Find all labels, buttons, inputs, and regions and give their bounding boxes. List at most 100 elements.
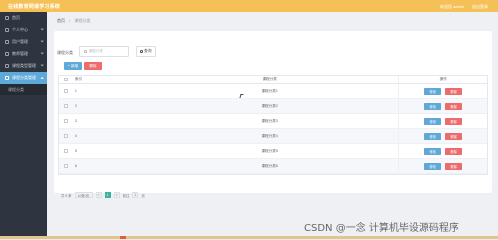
row-check-cell xyxy=(59,89,73,93)
search-input[interactable]: 课程分类 xyxy=(79,46,129,57)
select-all-checkbox[interactable] xyxy=(64,77,68,82)
table-row: 3 课程分类3 修改 删除 xyxy=(59,114,487,129)
sidebar-item-label: 首页 xyxy=(12,15,20,20)
row-index: 4 xyxy=(74,134,77,138)
page-size-select[interactable]: 10条/页 xyxy=(74,192,93,198)
search-button-label: 查询 xyxy=(144,49,152,53)
delete-button[interactable]: 删除 xyxy=(445,132,463,140)
row-checkbox[interactable] xyxy=(64,119,68,123)
sidebar-item-label: 教师管理 xyxy=(12,51,28,56)
edit-button[interactable]: 修改 xyxy=(424,147,442,155)
row-ops: 修改 删除 xyxy=(398,114,487,128)
row-ops: 修改 删除 xyxy=(398,99,487,113)
welcome-text: 欢迎您 admin xyxy=(439,3,464,9)
row-ops: 修改 删除 xyxy=(398,159,487,173)
app-title: 在线教育网课学习系统 xyxy=(8,4,61,10)
sidebar-item-profile[interactable]: 个人中心 xyxy=(0,24,47,36)
row-checkbox[interactable] xyxy=(64,164,68,168)
table-row: 6 课程分类6 修改 删除 xyxy=(59,159,487,174)
row-name: 课程分类4 xyxy=(261,133,278,138)
breadcrumb: 首页 / 课程分类 xyxy=(57,18,90,24)
delete-button[interactable]: 删除 xyxy=(445,162,463,170)
folder-icon xyxy=(5,76,9,80)
edit-button[interactable]: 修改 xyxy=(424,162,442,170)
chevron-down-icon xyxy=(40,27,44,31)
list-icon xyxy=(5,64,9,68)
chevron-down-icon xyxy=(40,39,44,43)
content-card: 课程分类 课程分类 查询 + 新增 删除 索引 课程分类 操作 1 课程分类1 xyxy=(54,31,492,198)
delete-button[interactable]: 删除 xyxy=(445,102,463,110)
prev-page-button[interactable]: < xyxy=(95,192,102,198)
table-row: 2 课程分类2 修改 删除 xyxy=(59,99,487,114)
row-index: 6 xyxy=(74,164,77,168)
delete-button[interactable]: 删除 xyxy=(445,87,463,95)
bottom-indicator xyxy=(120,236,126,239)
row-index: 1 xyxy=(74,89,77,93)
row-check-cell xyxy=(59,149,73,153)
next-page-button[interactable]: > xyxy=(113,192,120,198)
edit-button[interactable]: 修改 xyxy=(424,132,442,140)
header-index: 索引 xyxy=(74,77,83,81)
top-right-area: 欢迎您 admin 退出登录 xyxy=(440,4,488,10)
search-label: 课程分类 xyxy=(57,50,73,55)
edit-button[interactable]: 修改 xyxy=(424,102,442,110)
goto-suffix: 页 xyxy=(141,193,145,198)
pagination-total: 共 6 条 xyxy=(61,193,72,198)
sidebar-subitem-course-category[interactable]: 课程分类 xyxy=(0,84,47,95)
batch-delete-button[interactable]: 删除 xyxy=(84,62,102,70)
table-row: 5 课程分类5 修改 删除 xyxy=(59,144,487,159)
row-check-cell xyxy=(59,164,73,168)
goto-page-input[interactable]: 1 xyxy=(132,192,139,198)
row-index: 2 xyxy=(74,104,77,108)
sidebar-item-course-types[interactable]: 课程类型管理 xyxy=(0,60,47,72)
bottom-strip xyxy=(0,236,498,239)
select-all-cell[interactable] xyxy=(59,77,73,82)
teacher-icon xyxy=(5,52,9,56)
chevron-down-icon xyxy=(40,51,44,55)
header-ops: 操作 xyxy=(398,76,487,83)
edit-button[interactable]: 修改 xyxy=(424,117,442,125)
row-ops: 修改 删除 xyxy=(398,84,487,98)
header-name: 课程分类 xyxy=(262,77,277,81)
row-checkbox[interactable] xyxy=(64,89,68,93)
row-name: 课程分类3 xyxy=(261,118,278,123)
chevron-up-icon xyxy=(40,76,44,80)
row-index: 5 xyxy=(74,149,77,153)
sidebar-item-label: 个人中心 xyxy=(12,27,28,32)
sidebar-item-teachers[interactable]: 教师管理 xyxy=(0,48,47,60)
watermark-text: CSDN @一念 计算机毕设源码程序 xyxy=(304,223,459,234)
breadcrumb-home[interactable]: 首页 xyxy=(57,18,65,23)
row-index: 3 xyxy=(74,119,77,123)
home-icon xyxy=(5,16,9,20)
data-table: 索引 课程分类 操作 1 课程分类1 修改 删除 2 课程分类2 修改 删除 3… xyxy=(58,75,488,175)
row-checkbox[interactable] xyxy=(64,149,68,153)
table-header: 索引 课程分类 操作 xyxy=(59,76,487,84)
row-name: 课程分类1 xyxy=(261,88,278,93)
search-icon xyxy=(140,50,143,53)
row-checkbox[interactable] xyxy=(64,134,68,138)
sidebar-item-users[interactable]: 用户管理 xyxy=(0,36,47,48)
row-name: 课程分类6 xyxy=(261,163,278,168)
search-placeholder: 课程分类 xyxy=(88,49,103,53)
row-check-cell xyxy=(59,134,73,138)
goto-label: 前往 xyxy=(122,193,130,198)
add-button[interactable]: + 新增 xyxy=(64,62,82,70)
search-button[interactable]: 查询 xyxy=(136,46,156,57)
table-row: 1 课程分类1 修改 删除 xyxy=(59,84,487,99)
sidebar: 首页 个人中心 用户管理 教师管理 课程类型管理 课程分类管理 课程分类 xyxy=(0,12,47,239)
sidebar-item-label: 用户管理 xyxy=(12,39,28,44)
logout-link[interactable]: 退出登录 xyxy=(472,4,488,10)
row-name: 课程分类2 xyxy=(261,103,278,108)
main-content: 首页 / 课程分类 课程分类 课程分类 查询 + 新增 删除 索引 课程分类 操… xyxy=(47,12,498,239)
sidebar-item-course-categories[interactable]: 课程分类管理 xyxy=(0,72,47,84)
delete-button[interactable]: 删除 xyxy=(445,117,463,125)
row-ops: 修改 删除 xyxy=(398,129,487,143)
delete-button[interactable]: 删除 xyxy=(445,147,463,155)
edit-button[interactable]: 修改 xyxy=(424,87,442,95)
row-name: 课程分类5 xyxy=(261,148,278,153)
user-icon xyxy=(5,28,9,32)
row-checkbox[interactable] xyxy=(64,104,68,108)
sidebar-item-home[interactable]: 首页 xyxy=(0,12,47,24)
pagination: 共 6 条 10条/页 < 1 > 前往 1 页 xyxy=(61,192,145,198)
page-number-button[interactable]: 1 xyxy=(104,192,111,198)
